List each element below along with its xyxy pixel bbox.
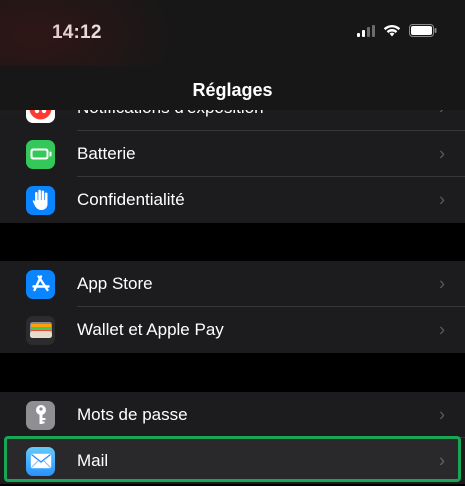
chevron-right-icon: › [439, 319, 445, 340]
settings-group-accounts: Mots de passe › Mail › [0, 392, 465, 484]
chevron-right-icon: › [439, 110, 445, 119]
battery-icon [26, 139, 55, 169]
settings-row-passwords[interactable]: Mots de passe › [0, 392, 465, 438]
settings-row-mail[interactable]: Mail › [0, 438, 465, 484]
key-icon [26, 400, 55, 430]
status-bar: 14:12 [0, 0, 465, 66]
settings-row-label: Confidentialité [77, 190, 185, 209]
settings-row-label: Mots de passe [77, 405, 188, 424]
settings-row-label: App Store [77, 274, 153, 293]
settings-row-wallet[interactable]: Wallet et Apple Pay › [0, 307, 465, 353]
settings-group-stores: App Store › Wallet et Apple Pay › [0, 261, 465, 353]
settings-row-exposure-notifications[interactable]: Notifications d'exposition › [0, 110, 465, 131]
chevron-right-icon: › [439, 273, 445, 294]
settings-row-label: Batterie [77, 144, 136, 163]
settings-row-label: Mail [77, 451, 109, 470]
cellular-signal-icon [357, 24, 375, 37]
settings-row-label: Notifications d'exposition [77, 110, 264, 118]
wallet-icon [26, 315, 55, 345]
navigation-bar: Réglages [0, 66, 465, 110]
settings-row-battery[interactable]: Batterie › [0, 131, 465, 177]
status-icons [357, 24, 437, 37]
settings-row-privacy[interactable]: Confidentialité › [0, 177, 465, 223]
chevron-right-icon: › [439, 450, 445, 471]
settings-group-privacy: Notifications d'exposition › Batterie › [0, 110, 465, 223]
app-store-icon [26, 269, 55, 299]
chevron-right-icon: › [439, 404, 445, 425]
chevron-right-icon: › [439, 143, 445, 164]
page-title: Réglages [192, 79, 273, 100]
battery-status-icon [409, 24, 437, 37]
hand-icon [26, 185, 55, 215]
exposure-notification-icon [26, 110, 55, 123]
mail-icon [26, 446, 55, 476]
status-time: 14:12 [52, 22, 102, 43]
settings-row-app-store[interactable]: App Store › [0, 261, 465, 307]
settings-row-label: Wallet et Apple Pay [77, 320, 224, 339]
wifi-icon [383, 24, 401, 37]
settings-list[interactable]: Notifications d'exposition › Batterie › [0, 110, 465, 486]
chevron-right-icon: › [439, 189, 445, 210]
